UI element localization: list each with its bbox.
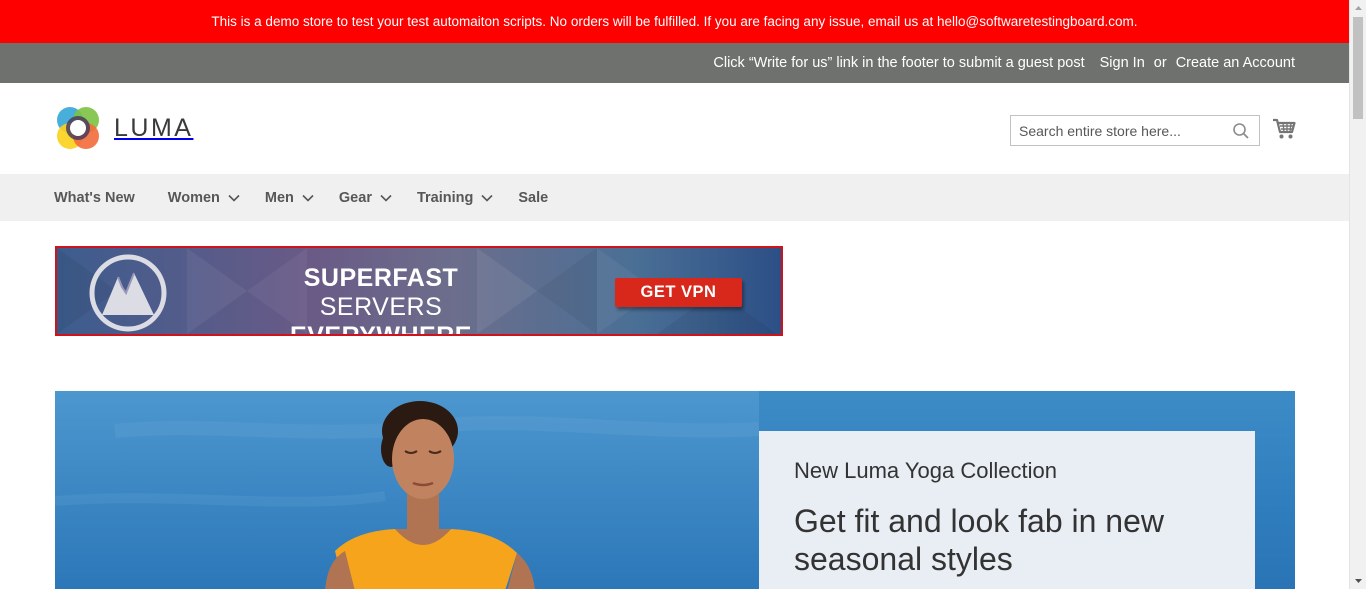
logo-text: LUMA [114,113,194,142]
luma-logo-icon [55,105,101,151]
demo-notice-text: This is a demo store to test your test a… [211,14,1138,29]
nav-item-whats-new[interactable]: What's New [54,190,135,206]
nav-item-women[interactable]: Women [168,190,240,206]
create-account-link[interactable]: Create an Account [1176,55,1295,71]
cart-icon[interactable] [1272,118,1296,140]
chevron-down-icon [481,194,493,202]
nav-item-label: Sale [518,189,549,206]
hero-banner[interactable]: New Luma Yoga Collection Get fit and loo… [55,391,1295,589]
main-navigation: What's New Women Men Gear Training Sale [0,174,1349,221]
ad-headline-bold: SUPERFAST [303,264,459,292]
sign-in-link[interactable]: Sign In [1100,55,1145,71]
mountain-logo-icon [89,254,167,332]
nav-item-men[interactable]: Men [265,190,314,206]
ad-headline-light: SERVERS [319,293,443,321]
chevron-down-icon [302,194,314,202]
search-input[interactable] [1011,116,1221,145]
ad-headline-bold-2: EVERYWHERE [290,322,472,336]
search-icon[interactable] [1232,122,1250,140]
or-text: or [1153,55,1167,71]
demo-notice-bar: This is a demo store to test your test a… [0,0,1349,43]
nav-item-label: Gear [338,189,372,206]
scroll-up-arrow-icon[interactable] [1350,0,1366,17]
search-box [1010,115,1260,146]
nav-item-sale[interactable]: Sale [518,190,548,206]
nav-item-label: What's New [54,189,135,206]
chevron-down-icon [228,194,240,202]
hero-model-image [55,391,759,589]
vpn-ad-banner[interactable]: SUPERFAST SERVERS EVERYWHERE GET VPN [55,246,783,336]
luma-logo[interactable]: LUMA [55,105,193,151]
hero-text-card: New Luma Yoga Collection Get fit and loo… [759,431,1255,589]
hero-eyebrow: New Luma Yoga Collection [794,458,1057,483]
nav-item-gear[interactable]: Gear [339,190,392,206]
header-links-bar: Click “Write for us” link in the footer … [0,43,1349,83]
nav-item-label: Men [264,189,294,206]
scroll-down-arrow-icon[interactable] [1350,572,1366,589]
nav-item-training[interactable]: Training [417,190,493,206]
nav-item-label: Training [416,189,474,206]
page: This is a demo store to test your test a… [0,0,1349,589]
ad-headline: SUPERFAST SERVERS EVERYWHERE [247,264,515,336]
hero-title: Get fit and look fab in new seasonal sty… [794,503,1164,577]
scrollbar-thumb[interactable] [1353,17,1363,119]
nav-item-label: Women [167,189,220,206]
site-header: LUMA [0,83,1349,174]
get-vpn-button[interactable]: GET VPN [615,278,742,307]
guest-post-text: Click “Write for us” link in the footer … [713,55,1085,71]
chevron-down-icon [380,194,392,202]
vertical-scrollbar[interactable] [1349,0,1366,589]
